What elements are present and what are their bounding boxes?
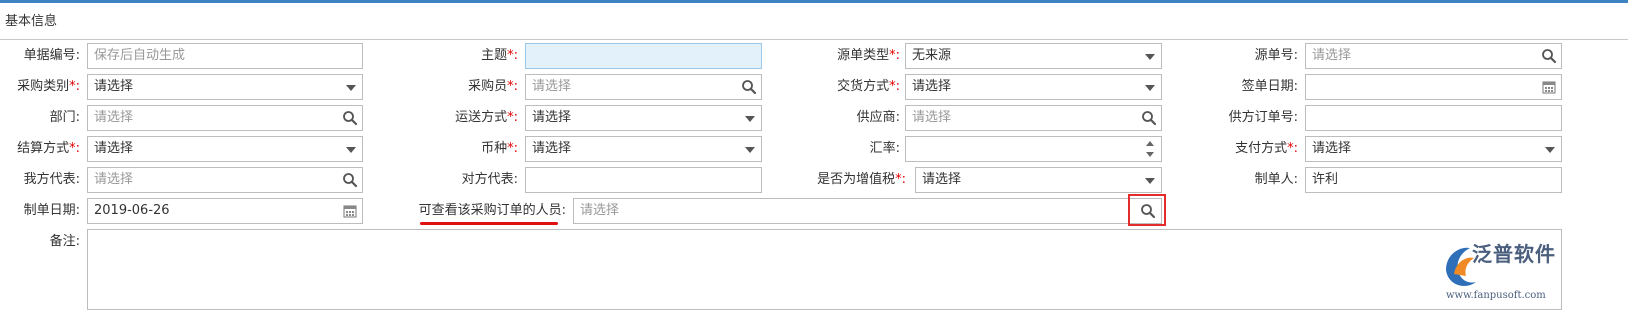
supplier-order-no-input[interactable]	[1305, 105, 1562, 131]
logo-text: 泛普软件	[1472, 242, 1556, 266]
calendar-icon[interactable]	[342, 203, 358, 219]
sign-date-picker[interactable]	[1305, 74, 1562, 100]
label-creator: 制单人:	[1254, 172, 1298, 187]
label-buyer: 采购员*:	[468, 79, 518, 94]
label-payment-method: 支付方式*:	[1235, 141, 1298, 156]
label-subject: 主题*:	[481, 48, 518, 63]
source-type-select[interactable]: 无来源	[905, 43, 1162, 69]
search-icon[interactable]	[1141, 110, 1157, 126]
label-vat: 是否为增值税*:	[817, 172, 906, 187]
top-accent-bar	[0, 0, 1628, 3]
label-sign-date: 签单日期:	[1241, 79, 1298, 94]
label-source-type: 源单类型*:	[837, 48, 900, 63]
label-shipping-method: 运送方式*:	[455, 110, 518, 125]
department-lookup[interactable]: 请选择	[87, 105, 363, 131]
label-department: 部门:	[49, 110, 80, 125]
subject-input[interactable]	[525, 43, 762, 69]
chevron-down-icon	[1145, 54, 1155, 60]
source-type-value: 无来源	[912, 48, 952, 63]
doc-no-placeholder: 保存后自动生成	[94, 48, 186, 63]
chevron-down-icon	[745, 147, 755, 153]
shipping-method-select[interactable]: 请选择	[525, 105, 762, 131]
buyer-lookup[interactable]: 请选择	[525, 74, 762, 100]
section-divider	[0, 39, 1628, 40]
chevron-down-icon	[1145, 178, 1155, 184]
our-rep-lookup[interactable]: 请选择	[87, 167, 363, 193]
logo-url: www.fanpusoft.com	[1446, 290, 1546, 301]
supplier-lookup[interactable]: 请选择	[905, 105, 1162, 131]
search-icon[interactable]	[741, 79, 757, 95]
label-exchange-rate: 汇率:	[869, 141, 900, 156]
label-doc-no: 单据编号:	[23, 48, 80, 63]
their-rep-input[interactable]	[525, 167, 762, 193]
remarks-textarea[interactable]	[87, 229, 1562, 310]
create-date-picker[interactable]: 2019-06-26	[87, 198, 363, 224]
exchange-rate-stepper[interactable]	[905, 136, 1162, 162]
label-delivery-method: 交货方式*:	[837, 79, 900, 94]
label-viewers: 可查看该采购订单的人员:	[418, 203, 566, 218]
annotation-highlight-box	[1128, 194, 1166, 226]
chevron-down-icon	[346, 85, 356, 91]
label-source-no: 源单号:	[1254, 48, 1298, 63]
chevron-down-icon	[1145, 85, 1155, 91]
label-their-rep: 对方代表:	[461, 172, 518, 187]
chevron-down-icon	[1545, 147, 1555, 153]
label-our-rep: 我方代表:	[23, 172, 80, 187]
creator-field[interactable]: 许利	[1305, 167, 1562, 193]
calendar-icon[interactable]	[1541, 79, 1557, 95]
search-icon[interactable]	[342, 172, 358, 188]
label-purchase-category: 采购类别*:	[17, 79, 80, 94]
doc-no-field: 保存后自动生成	[87, 43, 363, 69]
search-icon[interactable]	[1541, 48, 1557, 64]
purchase-category-select[interactable]: 请选择	[87, 74, 363, 100]
chevron-down-icon	[346, 147, 356, 153]
label-currency: 币种*:	[481, 141, 518, 156]
chevron-down-icon	[745, 116, 755, 122]
delivery-method-select[interactable]: 请选择	[905, 74, 1162, 100]
vat-select[interactable]: 请选择	[915, 167, 1162, 193]
label-remarks: 备注:	[49, 234, 80, 249]
source-no-lookup[interactable]: 请选择	[1305, 43, 1562, 69]
label-supplier-order-no: 供方订单号:	[1228, 110, 1298, 125]
currency-select[interactable]: 请选择	[525, 136, 762, 162]
annotation-underline	[420, 222, 558, 225]
payment-method-select[interactable]: 请选择	[1305, 136, 1562, 162]
label-supplier: 供应商:	[856, 110, 900, 125]
search-icon[interactable]	[342, 110, 358, 126]
section-title: 基本信息	[5, 14, 58, 29]
settlement-method-select[interactable]: 请选择	[87, 136, 363, 162]
viewers-lookup[interactable]: 请选择	[573, 198, 1162, 224]
spinner-icon[interactable]	[1146, 140, 1154, 158]
label-create-date: 制单日期:	[23, 203, 80, 218]
label-settlement-method: 结算方式*:	[17, 141, 80, 156]
